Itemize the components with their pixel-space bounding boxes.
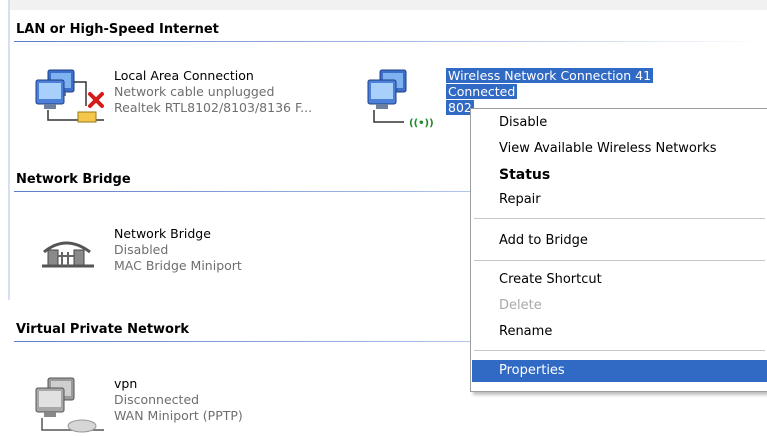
- menu-item-properties[interactable]: Properties: [472, 360, 767, 382]
- group-header-vpn: Virtual Private Network: [16, 322, 190, 337]
- menu-item-create-shortcut[interactable]: Create Shortcut: [472, 269, 767, 291]
- wireless-status: Connected: [446, 84, 518, 99]
- vpn-connection-icon: [35, 377, 104, 433]
- group-header-bridge: Network Bridge: [16, 172, 131, 187]
- menu-item-disable[interactable]: Disable: [472, 112, 767, 134]
- group-rule-lan: [14, 41, 767, 42]
- context-menu: Disable View Available Wireless Networks…: [470, 108, 767, 392]
- lan-status: Network cable unplugged: [114, 84, 275, 99]
- menu-item-delete: Delete: [499, 298, 542, 313]
- vpn-status: Disconnected: [114, 392, 200, 407]
- group-header-lan: LAN or High-Speed Internet: [16, 22, 219, 37]
- top-band: [10, 0, 767, 10]
- lan-name: Local Area Connection: [114, 68, 254, 83]
- menu-separator: [474, 218, 765, 219]
- menu-separator: [474, 350, 765, 351]
- svg-text:((•)): ((•)): [409, 118, 434, 128]
- bridge-status: Disabled: [114, 242, 169, 257]
- vpn-name: vpn: [114, 376, 138, 391]
- bridge-name: Network Bridge: [114, 226, 211, 241]
- bridge-device: MAC Bridge Miniport: [114, 258, 242, 273]
- menu-separator: [474, 260, 765, 261]
- menu-item-status[interactable]: Status: [472, 164, 767, 186]
- lan-disconnected-icon: [35, 69, 104, 123]
- network-bridge-icon: [42, 241, 94, 268]
- vpn-device: WAN Miniport (PPTP): [114, 408, 243, 423]
- wireless-name: Wireless Network Connection 41: [446, 68, 654, 83]
- lan-device: Realtek RTL8102/8103/8136 F...: [114, 100, 313, 115]
- left-pane-edge: [0, 0, 10, 430]
- menu-item-rename[interactable]: Rename: [472, 321, 767, 343]
- menu-item-view-wireless-networks[interactable]: View Available Wireless Networks: [472, 138, 767, 160]
- menu-item-repair[interactable]: Repair: [472, 189, 767, 211]
- wireless-connection-icon: ((•)): [367, 69, 434, 128]
- menu-item-add-to-bridge[interactable]: Add to Bridge: [472, 230, 767, 252]
